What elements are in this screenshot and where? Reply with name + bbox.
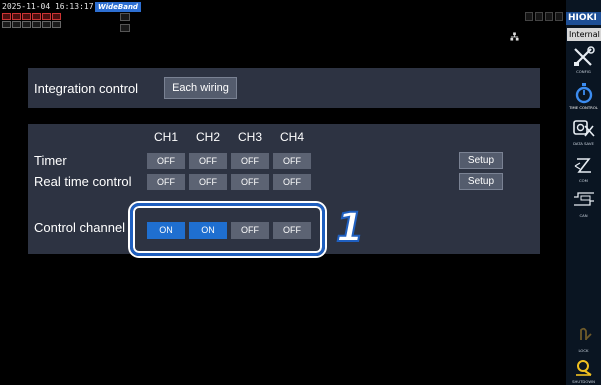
integration-panel: Integration control Each wiring — [28, 68, 540, 108]
sidebar-item-can[interactable]: CAN — [566, 190, 601, 226]
shutdown-icon — [575, 360, 592, 376]
main-area: Integration control Each wiring CH1 CH2 … — [0, 44, 566, 385]
callout-highlight-box — [130, 203, 325, 256]
sidebar-item-label: CONFIG — [576, 69, 591, 74]
can-icon — [573, 192, 594, 206]
control-channel-label: Control channel — [34, 220, 126, 235]
timer-ch4-toggle[interactable]: OFF — [273, 153, 311, 169]
timer-ch1-toggle[interactable]: OFF — [147, 153, 185, 169]
status-grid-icon — [120, 24, 130, 32]
sidebar-item-config[interactable]: CONFIG — [566, 46, 601, 82]
sidebar-item-label: TIME CONTROL — [569, 105, 598, 110]
channel-header: CH2 — [195, 130, 220, 144]
com-icon — [574, 158, 591, 173]
mode-badge: WideBand — [95, 2, 141, 12]
step-number-callout: 1 — [335, 204, 365, 252]
sidebar-item-label: DATA SAVE — [573, 141, 594, 146]
sidebar-item-lock[interactable]: LOCK — [566, 325, 601, 361]
timer-label: Timer — [34, 153, 67, 168]
channel-header: CH3 — [237, 130, 262, 144]
status-indicators — [525, 12, 563, 21]
status-grid-icon — [120, 13, 130, 21]
lock-icon — [579, 327, 592, 340]
timer-setup-button[interactable]: Setup — [459, 152, 503, 169]
timer-ch3-toggle[interactable]: OFF — [231, 153, 269, 169]
sidebar-item-label: CAN — [579, 213, 588, 218]
real-time-ch2-toggle[interactable]: OFF — [189, 174, 227, 190]
data-save-icon — [572, 120, 595, 137]
sidebar-item-label: LOCK — [578, 348, 589, 353]
stopwatch-icon — [575, 83, 592, 104]
real-time-control-label: Real time control — [34, 174, 132, 189]
lan-icon — [510, 32, 519, 41]
mode-label: Internal — [567, 28, 601, 41]
integration-control-button[interactable]: Each wiring — [164, 77, 237, 99]
channel-header: CH1 — [153, 130, 178, 144]
sidebar-item-label: SHUTDOWN — [572, 379, 595, 384]
real-time-setup-button[interactable]: Setup — [459, 173, 503, 190]
sidebar-item-com[interactable]: COM — [566, 155, 601, 191]
timer-ch2-toggle[interactable]: OFF — [189, 153, 227, 169]
sidebar-item-time-control[interactable]: TIME CONTROL — [566, 82, 601, 118]
real-time-ch3-toggle[interactable]: OFF — [231, 174, 269, 190]
integration-control-label: Integration control — [34, 81, 139, 96]
channel-indicator-row — [2, 13, 61, 20]
real-time-ch4-toggle[interactable]: OFF — [273, 174, 311, 190]
channel-indicator-row — [2, 21, 61, 28]
brand-logo: HIOKI — [566, 12, 601, 25]
channel-header: CH4 — [279, 130, 304, 144]
real-time-ch1-toggle[interactable]: OFF — [147, 174, 185, 190]
sidebar-item-label: COM — [579, 178, 588, 183]
datetime-readout: 2025-11-04 16:13:17 — [2, 2, 94, 11]
sidebar-item-data-save[interactable]: DATA SAVE — [566, 118, 601, 154]
sidebar-item-shutdown[interactable]: SHUTDOWN — [566, 358, 601, 385]
status-bar: 2025-11-04 16:13:17 WideBand — [0, 0, 566, 44]
wrench-screwdriver-icon — [573, 46, 595, 66]
